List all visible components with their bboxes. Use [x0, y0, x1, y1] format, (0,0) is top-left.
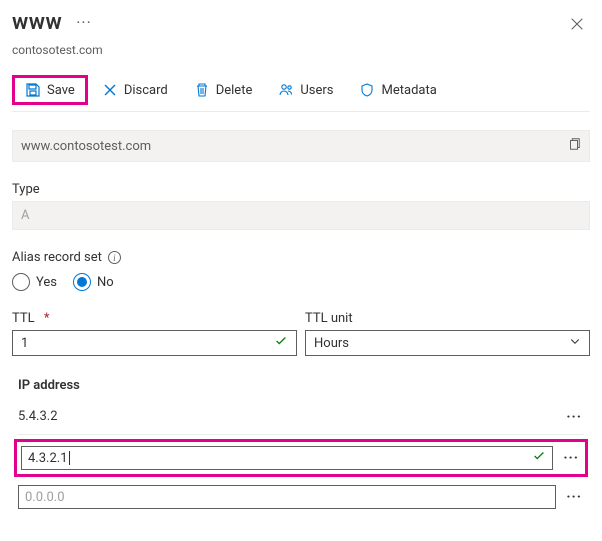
- check-icon: [532, 449, 546, 467]
- discard-label: Discard: [124, 83, 168, 98]
- radio-circle-icon: [73, 273, 91, 291]
- copy-icon: [567, 137, 581, 151]
- delete-icon: [194, 82, 210, 98]
- check-icon: [274, 334, 288, 352]
- type-value: A: [12, 201, 590, 230]
- save-button[interactable]: Save: [12, 75, 88, 105]
- discard-icon: [102, 82, 118, 98]
- record-set-panel: www ··· contosotest.com Save Discard Del…: [0, 0, 602, 541]
- ttl-input[interactable]: 1: [12, 330, 297, 356]
- ttl-label-text: TTL: [12, 311, 35, 326]
- ip-input-placeholder[interactable]: 0.0.0.0: [18, 485, 556, 509]
- ttl-value: 1: [21, 336, 28, 351]
- ttl-unit-col: TTL unit Hours: [305, 311, 590, 356]
- users-label: Users: [300, 83, 333, 98]
- ip-row-new: 0.0.0.0 ···: [18, 481, 584, 517]
- ttl-label: TTL *: [12, 311, 297, 326]
- ip-row: 5.4.3.2 ···: [18, 403, 584, 435]
- close-button[interactable]: [564, 10, 590, 41]
- alias-yes-radio[interactable]: Yes: [12, 273, 57, 291]
- delete-button[interactable]: Delete: [182, 76, 265, 104]
- alias-no-label: No: [97, 275, 114, 290]
- info-icon[interactable]: i: [108, 251, 121, 264]
- chevron-down-icon: [569, 335, 581, 351]
- ttl-row: TTL * 1 TTL unit Hours: [12, 311, 590, 356]
- users-button[interactable]: Users: [266, 76, 345, 104]
- save-label: Save: [47, 83, 75, 98]
- ip-row-editing: 4.3.2.1 ···: [14, 439, 588, 477]
- fqdn-value: www.contosotest.com: [21, 139, 151, 154]
- metadata-button[interactable]: Metadata: [348, 76, 449, 104]
- ttl-unit-label: TTL unit: [305, 311, 590, 326]
- ip-address-section: IP address 5.4.3.2 ··· 4.3.2.1 ··· 0.0.0…: [12, 378, 590, 517]
- alias-no-radio[interactable]: No: [73, 273, 114, 291]
- close-icon: [570, 17, 584, 31]
- ttl-unit-select[interactable]: Hours: [305, 330, 590, 356]
- ip-input-value: 4.3.2.1: [28, 451, 68, 466]
- discard-button[interactable]: Discard: [90, 76, 180, 104]
- required-asterisk: *: [41, 311, 50, 326]
- type-label: Type: [12, 182, 590, 197]
- ip-placeholder-value: 0.0.0.0: [25, 490, 65, 505]
- zone-subtitle: contosotest.com: [12, 43, 590, 57]
- ip-input[interactable]: 4.3.2.1: [21, 446, 553, 470]
- ip-value: 5.4.3.2: [18, 407, 556, 426]
- save-icon: [25, 82, 41, 98]
- ip-header: IP address: [18, 378, 584, 393]
- panel-header: www ···: [12, 10, 590, 41]
- alias-radio-group: Yes No: [12, 273, 590, 291]
- row-menu-button[interactable]: ···: [564, 409, 584, 425]
- users-icon: [278, 82, 294, 98]
- row-menu-button[interactable]: ···: [564, 489, 584, 505]
- radio-circle-icon: [12, 273, 30, 291]
- alias-label: Alias record set i: [12, 250, 590, 265]
- metadata-icon: [360, 82, 376, 98]
- copy-fqdn-button[interactable]: [567, 137, 581, 155]
- fqdn-display: www.contosotest.com: [12, 130, 590, 162]
- alias-yes-label: Yes: [36, 275, 57, 290]
- more-actions-button[interactable]: ···: [72, 11, 96, 35]
- ttl-col: TTL * 1: [12, 311, 297, 356]
- title-group: www ···: [12, 10, 96, 35]
- ttl-unit-value: Hours: [314, 336, 349, 351]
- row-menu-button[interactable]: ···: [561, 450, 581, 466]
- alias-label-text: Alias record set: [12, 250, 102, 265]
- record-title: www: [12, 10, 62, 35]
- metadata-label: Metadata: [382, 83, 437, 98]
- delete-label: Delete: [216, 83, 253, 98]
- text-cursor: [69, 451, 70, 465]
- command-bar: Save Discard Delete Users Metadata: [12, 75, 590, 112]
